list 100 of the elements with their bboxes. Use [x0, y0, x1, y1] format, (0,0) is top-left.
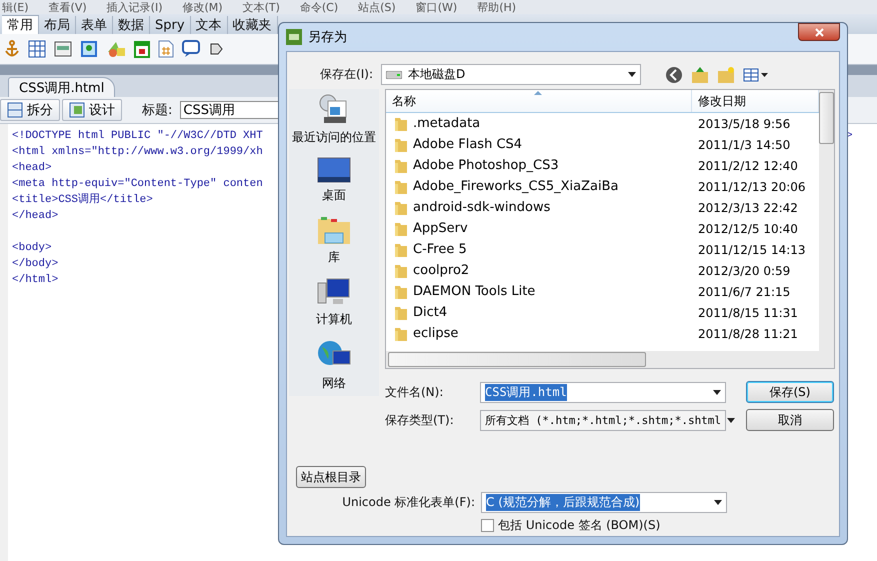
file-name-cell[interactable]: Adobe Photoshop_CS3	[386, 158, 692, 174]
code-line: <!DOCTYPE html PUBLIC "-//W3C//DTD XHT	[12, 129, 263, 144]
place-item[interactable]: 库	[328, 249, 340, 266]
date-cell-text: 2012/12/5 10:40	[697, 222, 798, 236]
library-folder-icon	[317, 215, 351, 245]
menu-item[interactable]: 站点(S)	[358, 0, 396, 14]
file-name-cell[interactable]: DAEMON Tools Lite	[386, 284, 692, 300]
back-icon[interactable]	[665, 66, 683, 84]
menu-item[interactable]: 查看(V)	[48, 0, 87, 14]
menu-item[interactable]: 修改(M)	[182, 0, 223, 14]
caret-icon	[628, 72, 636, 77]
place-item[interactable]: 桌面	[322, 187, 346, 204]
up-folder-icon[interactable]	[691, 66, 709, 84]
menu-item[interactable]: 插入记录(I)	[106, 0, 162, 14]
code-line: <meta http-equiv="Content-Type" conten	[12, 177, 263, 192]
vertical-scrollbar[interactable]	[819, 90, 834, 351]
save-in-dropdown[interactable]: 本地磁盘D	[381, 64, 641, 85]
date-cell-text: 2011/8/28 11:21	[697, 326, 798, 340]
date-cell-text: 2012/3/20 0:59	[697, 264, 790, 278]
comment-icon[interactable]	[182, 40, 200, 58]
menu-item[interactable]: 帮助(H)	[477, 0, 516, 14]
menu-item[interactable]: 辑(E)	[2, 0, 29, 14]
calendar-icon[interactable]	[134, 40, 150, 58]
computer-icon	[317, 277, 351, 307]
site-root-button[interactable]: 站点根目录	[296, 466, 366, 488]
shapes-icon[interactable]	[106, 40, 126, 58]
table-icon[interactable]	[28, 40, 46, 58]
folder-icon	[394, 200, 408, 216]
view-button[interactable]: 拆分	[0, 99, 60, 121]
file-name-cell[interactable]: AppServ	[386, 220, 692, 236]
sort-icon	[534, 91, 542, 95]
image-icon[interactable]	[80, 40, 98, 58]
folder-icon	[394, 242, 408, 258]
date-cell-text: 2011/12/15 14:13	[697, 242, 806, 256]
document-tab[interactable]: CSS调用.html	[8, 77, 116, 97]
cancel-button[interactable]: 取消	[746, 409, 834, 431]
folder-icon	[394, 158, 408, 174]
unicode-form-label: Unicode 标准化表单(F):	[341, 494, 475, 511]
view-menu-icon[interactable]	[743, 66, 769, 82]
unicode-form-dropdown[interactable]: C (规范分解，后跟规范合成)	[481, 492, 727, 513]
folder-icon	[394, 326, 408, 342]
file-name-cell[interactable]: coolpro2	[386, 262, 692, 278]
caret-icon	[713, 390, 721, 394]
file-name-cell[interactable]: eclipse	[386, 326, 692, 342]
date-cell-text: 2013/5/18 9:56	[697, 116, 790, 130]
column-header[interactable]: 名称	[386, 90, 692, 112]
dialog-title: 另存为	[308, 29, 347, 46]
menu-item[interactable]: 命令(C)	[300, 0, 338, 14]
file-name-cell[interactable]: Dict4	[386, 304, 692, 320]
folder-icon	[394, 262, 408, 278]
date-cell-text: 2012/3/13 22:42	[697, 200, 798, 214]
caret-icon	[714, 500, 722, 505]
folder-icon	[394, 284, 408, 300]
drive-icon	[386, 70, 402, 78]
folder-icon	[394, 220, 408, 236]
date-cell-text: 2011/1/3 14:50	[697, 138, 790, 152]
file-name-cell[interactable]: .metadata	[386, 116, 692, 132]
code-line: <title>CSS调用</title>	[12, 192, 153, 208]
menu-item[interactable]: 窗口(W)	[416, 0, 458, 14]
save-in-label: 保存在(I):	[319, 66, 373, 83]
code-line: <body>	[12, 241, 52, 256]
date-cell-text: 2011/6/7 21:15	[697, 284, 790, 298]
document-icon[interactable]	[158, 40, 174, 58]
menu-item[interactable]: 文本(T)	[242, 0, 280, 14]
date-cell-text: 2011/2/12 12:40	[697, 158, 798, 172]
folder-icon	[394, 116, 408, 132]
split-view-icon	[7, 102, 23, 118]
div-icon[interactable]	[54, 41, 72, 57]
desktop-icon	[317, 157, 351, 183]
save-button[interactable]: 保存(S)	[746, 381, 834, 403]
close-button[interactable]	[798, 23, 840, 41]
bom-checkbox[interactable]	[481, 519, 494, 532]
code-line: </head>	[12, 209, 58, 224]
date-cell-text: 2011/12/13 20:06	[697, 180, 806, 194]
horizontal-scrollbar[interactable]	[386, 351, 834, 368]
file-name-cell[interactable]: C-Free 5	[386, 242, 692, 258]
code-line: <html xmlns="http://www.w3.org/1999/xh	[12, 145, 263, 160]
date-cell-text: 2011/8/15 11:31	[697, 306, 798, 320]
caret-icon	[727, 418, 736, 422]
place-item[interactable]: 最近访问的位置	[292, 129, 376, 146]
file-type-label: 保存类型(T):	[385, 412, 455, 428]
close-icon	[814, 28, 824, 36]
bom-checkbox-label: 包括 Unicode 签名 (BOM)(S)	[498, 517, 660, 534]
design-view-icon	[69, 102, 85, 118]
file-name-cell[interactable]: android-sdk-windows	[386, 200, 692, 216]
file-name-cell[interactable]: Adobe Flash CS4	[386, 136, 692, 152]
view-button[interactable]: 设计	[62, 99, 122, 121]
code-line: </html>	[12, 273, 58, 288]
place-item[interactable]: 计算机	[316, 311, 352, 328]
tag-icon[interactable]	[208, 41, 224, 57]
file-name-field[interactable]: CSS调用.html	[480, 382, 726, 402]
place-item[interactable]: 网络	[322, 375, 346, 392]
folder-icon	[394, 178, 408, 194]
anchor-icon[interactable]	[4, 40, 20, 58]
title-label: 标题:	[142, 102, 172, 119]
folder-icon	[394, 304, 408, 320]
code-line: </body>	[12, 257, 58, 272]
folder-icon	[394, 136, 408, 152]
file-name-cell[interactable]: Adobe_Fireworks_CS5_XiaZaiBa	[386, 178, 692, 194]
insert-tab[interactable]: 常用	[2, 15, 39, 34]
